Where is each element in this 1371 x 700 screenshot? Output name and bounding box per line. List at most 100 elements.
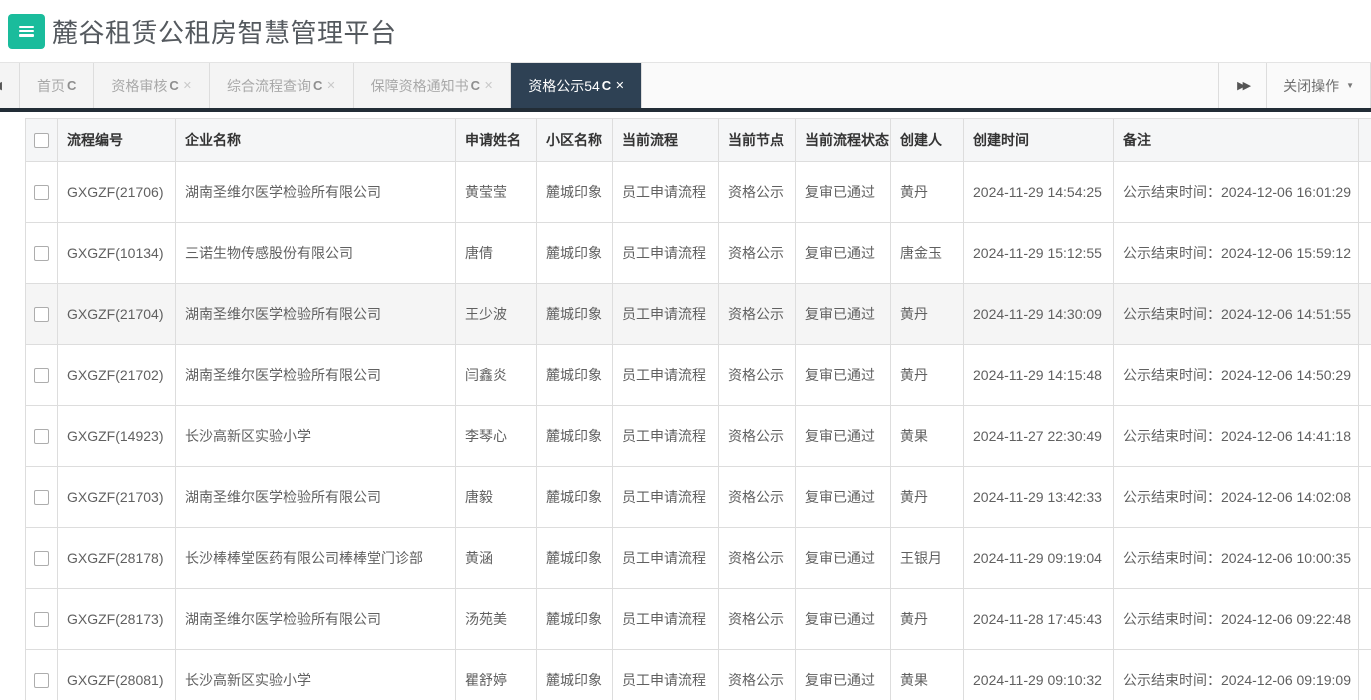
page-title: 麓谷租赁公租房智慧管理平台 [52, 13, 397, 50]
cell-flow-id: GXGZF(28173) [58, 589, 176, 650]
table-row[interactable]: GXGZF(28178) 长沙棒棒堂医药有限公司棒棒堂门诊部 黄涵 麓城印象 员… [26, 528, 1371, 589]
row-checkbox[interactable] [34, 185, 49, 200]
row-checkbox[interactable] [34, 368, 49, 383]
tab[interactable]: 资格公示54 C ✕ [511, 63, 642, 108]
cell-current-flow: 员工申请流程 [613, 650, 719, 700]
row-checkbox[interactable] [34, 612, 49, 627]
row-checkbox[interactable] [34, 429, 49, 444]
cell-overflow [1359, 528, 1371, 589]
tab-bar: ◀◀ 首页 C 资格审核 C ✕ 综合流程查询 C ✕ 保障资格通知书 C ✕ … [0, 62, 1371, 108]
cell-community: 麓城印象 [537, 162, 613, 223]
cell-flow-status: 复审已通过 [796, 406, 891, 467]
cell-remark: 公示结束时间：2024-12-06 09:22:48 [1114, 589, 1359, 650]
tab[interactable]: 首页 C [20, 63, 94, 108]
table-body: GXGZF(21706) 湖南圣维尔医学检验所有限公司 黄莹莹 麓城印象 员工申… [26, 162, 1371, 700]
table-row[interactable]: GXGZF(21704) 湖南圣维尔医学检验所有限公司 王少波 麓城印象 员工申… [26, 284, 1371, 345]
cell-flow-id: GXGZF(14923) [58, 406, 176, 467]
refresh-icon[interactable]: C [169, 78, 178, 93]
cell-creator: 黄果 [891, 406, 964, 467]
table-row[interactable]: GXGZF(21706) 湖南圣维尔医学检验所有限公司 黄莹莹 麓城印象 员工申… [26, 162, 1371, 223]
table-row[interactable]: GXGZF(21702) 湖南圣维尔医学检验所有限公司 闫鑫炎 麓城印象 员工申… [26, 345, 1371, 406]
cell-current-node: 资格公示 [719, 406, 796, 467]
tab-label: 首页 [37, 76, 65, 96]
cell-flow-id: GXGZF(21702) [58, 345, 176, 406]
row-checkbox[interactable] [34, 673, 49, 688]
cell-create-time: 2024-11-29 14:15:48 [964, 345, 1114, 406]
select-all-cell [26, 119, 58, 162]
cell-flow-status: 复审已通过 [796, 223, 891, 284]
tab-close-icon[interactable]: ✕ [615, 79, 624, 92]
refresh-icon[interactable]: C [471, 78, 480, 93]
cell-company: 长沙高新区实验小学 [176, 650, 456, 700]
menu-button[interactable] [8, 14, 45, 49]
row-select-cell [26, 162, 58, 223]
cell-creator: 黄丹 [891, 467, 964, 528]
refresh-icon[interactable]: C [67, 78, 76, 93]
tabbar-spacer [642, 63, 1218, 108]
cell-applicant: 唐毅 [456, 467, 537, 528]
cell-applicant: 唐倩 [456, 223, 537, 284]
cell-remark: 公示结束时间：2024-12-06 16:01:29 [1114, 162, 1359, 223]
select-all-checkbox[interactable] [34, 133, 49, 148]
cell-current-node: 资格公示 [719, 650, 796, 700]
cell-creator: 黄果 [891, 650, 964, 700]
close-operations-dropdown[interactable]: 关闭操作 ▼ [1266, 63, 1371, 108]
cell-creator: 王银月 [891, 528, 964, 589]
table-row[interactable]: GXGZF(28173) 湖南圣维尔医学检验所有限公司 汤苑美 麓城印象 员工申… [26, 589, 1371, 650]
row-select-cell [26, 284, 58, 345]
cell-remark: 公示结束时间：2024-12-06 10:00:35 [1114, 528, 1359, 589]
cell-flow-id: GXGZF(21703) [58, 467, 176, 528]
tabs-scroll-left-button[interactable]: ◀◀ [0, 63, 20, 108]
table-row[interactable]: GXGZF(10134) 三诺生物传感股份有限公司 唐倩 麓城印象 员工申请流程… [26, 223, 1371, 284]
tab[interactable]: 保障资格通知书 C ✕ [354, 63, 512, 108]
cell-flow-id: GXGZF(10134) [58, 223, 176, 284]
cell-current-node: 资格公示 [719, 223, 796, 284]
row-checkbox[interactable] [34, 307, 49, 322]
row-checkbox[interactable] [34, 246, 49, 261]
cell-create-time: 2024-11-28 17:45:43 [964, 589, 1114, 650]
cell-applicant: 王少波 [456, 284, 537, 345]
cell-current-node: 资格公示 [719, 162, 796, 223]
table-row[interactable]: GXGZF(14923) 长沙高新区实验小学 李琴心 麓城印象 员工申请流程 资… [26, 406, 1371, 467]
tabs-scroll-right-button[interactable]: ▶▶ [1218, 63, 1266, 108]
cell-overflow [1359, 223, 1371, 284]
main-content: 流程编号企业名称申请姓名小区名称当前流程当前节点当前流程状态创建人创建时间备注 … [0, 112, 1371, 700]
tab[interactable]: 资格审核 C ✕ [94, 63, 210, 108]
refresh-icon[interactable]: C [313, 78, 322, 93]
table-row[interactable]: GXGZF(21703) 湖南圣维尔医学检验所有限公司 唐毅 麓城印象 员工申请… [26, 467, 1371, 528]
cell-applicant: 汤苑美 [456, 589, 537, 650]
cell-company: 湖南圣维尔医学检验所有限公司 [176, 589, 456, 650]
cell-company: 湖南圣维尔医学检验所有限公司 [176, 345, 456, 406]
row-select-cell [26, 223, 58, 284]
cell-create-time: 2024-11-29 14:54:25 [964, 162, 1114, 223]
table-header-row: 流程编号企业名称申请姓名小区名称当前流程当前节点当前流程状态创建人创建时间备注 [26, 119, 1371, 162]
cell-applicant: 黄涵 [456, 528, 537, 589]
cell-flow-id: GXGZF(28178) [58, 528, 176, 589]
app-header: 麓谷租赁公租房智慧管理平台 [0, 0, 1371, 62]
row-checkbox[interactable] [34, 490, 49, 505]
cell-flow-id: GXGZF(21706) [58, 162, 176, 223]
cell-creator: 唐金玉 [891, 223, 964, 284]
tab-close-icon[interactable]: ✕ [326, 79, 335, 92]
row-select-cell [26, 467, 58, 528]
row-checkbox[interactable] [34, 551, 49, 566]
flow-table: 流程编号企业名称申请姓名小区名称当前流程当前节点当前流程状态创建人创建时间备注 … [25, 118, 1371, 700]
cell-community: 麓城印象 [537, 284, 613, 345]
tab-list: 首页 C 资格审核 C ✕ 综合流程查询 C ✕ 保障资格通知书 C ✕ 资格公… [20, 63, 642, 108]
refresh-icon[interactable]: C [602, 78, 611, 93]
tab-close-icon[interactable]: ✕ [183, 79, 192, 92]
cell-company: 湖南圣维尔医学检验所有限公司 [176, 467, 456, 528]
cell-current-flow: 员工申请流程 [613, 162, 719, 223]
tab[interactable]: 综合流程查询 C ✕ [210, 63, 354, 108]
close-operations-label: 关闭操作 [1283, 76, 1339, 96]
cell-flow-status: 复审已通过 [796, 345, 891, 406]
cell-company: 湖南圣维尔医学检验所有限公司 [176, 284, 456, 345]
cell-flow-id: GXGZF(21704) [58, 284, 176, 345]
cell-current-node: 资格公示 [719, 345, 796, 406]
tab-close-icon[interactable]: ✕ [484, 79, 493, 92]
cell-applicant: 瞿舒婷 [456, 650, 537, 700]
table-row[interactable]: GXGZF(28081) 长沙高新区实验小学 瞿舒婷 麓城印象 员工申请流程 资… [26, 650, 1371, 700]
cell-community: 麓城印象 [537, 650, 613, 700]
overflow-column-header [1359, 119, 1371, 162]
cell-current-flow: 员工申请流程 [613, 284, 719, 345]
